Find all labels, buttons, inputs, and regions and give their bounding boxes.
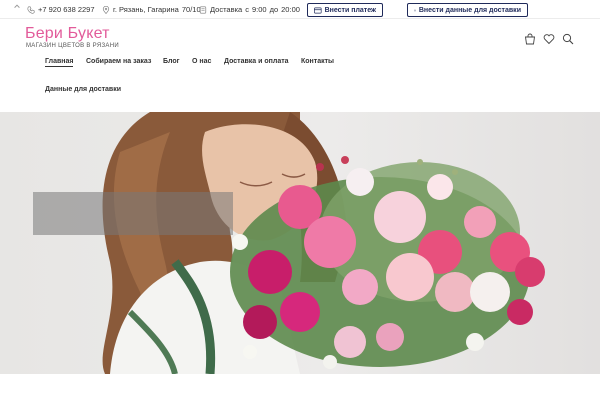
pay-button[interactable]: Внести платеж: [307, 3, 383, 17]
nav-item-blog[interactable]: Блог: [163, 58, 180, 65]
hero-photo-illustration: [102, 112, 545, 374]
address-text: г. Рязань, Гагарина: [113, 5, 179, 14]
location-pin-icon: [102, 5, 110, 14]
address-number: 70/10: [181, 5, 201, 14]
pay-button-label: Внести платеж: [324, 6, 376, 14]
delivery-from-word: с: [245, 5, 249, 14]
card-icon: [314, 7, 322, 13]
nav-item-delivery-payment[interactable]: Доставка и оплата: [224, 58, 289, 65]
delivery-data-button[interactable]: Внести данные для доставки: [407, 3, 528, 17]
phone-contact[interactable]: +7 920 638 2297: [27, 5, 95, 14]
nav-item-delivery-data[interactable]: Данные для доставки: [45, 86, 121, 93]
delivery-from: 9:00: [251, 5, 267, 14]
heart-icon[interactable]: [543, 33, 555, 45]
phone-icon: [27, 5, 35, 14]
logo-subtitle: МАГАЗИН ЦВЕТОВ В РЯЗАНИ: [26, 43, 119, 49]
hero-banner-image: [0, 112, 600, 374]
nav-item-contacts[interactable]: Контакты: [301, 58, 334, 65]
delivery-hours: Доставка с 9:00 до 20:00: [199, 5, 300, 14]
hero-overlay-box: [33, 192, 233, 235]
nav-item-about[interactable]: О нас: [192, 58, 211, 65]
delivery-to-word: до: [269, 5, 279, 14]
delivery-label: Доставка: [210, 5, 243, 14]
clock-icon: [199, 5, 207, 14]
nav-item-custom-order[interactable]: Собираем на заказ: [86, 58, 151, 65]
address: г. Рязань, Гагарина 70/10: [102, 5, 201, 14]
search-icon[interactable]: [562, 33, 574, 45]
logo-title[interactable]: Бери Букет: [25, 25, 110, 43]
top-bar: +7 920 638 2297 г. Рязань, Гагарина 70/1…: [0, 0, 600, 19]
chevron-up-icon[interactable]: [13, 2, 21, 10]
document-icon: [414, 9, 416, 11]
delivery-data-button-label: Внести данные для доставки: [418, 6, 521, 14]
phone-number[interactable]: +7 920 638 2297: [38, 5, 95, 14]
shopping-bag-icon[interactable]: [524, 33, 536, 45]
nav-item-home[interactable]: Главная: [45, 58, 74, 67]
delivery-to: 20:00: [281, 5, 300, 14]
